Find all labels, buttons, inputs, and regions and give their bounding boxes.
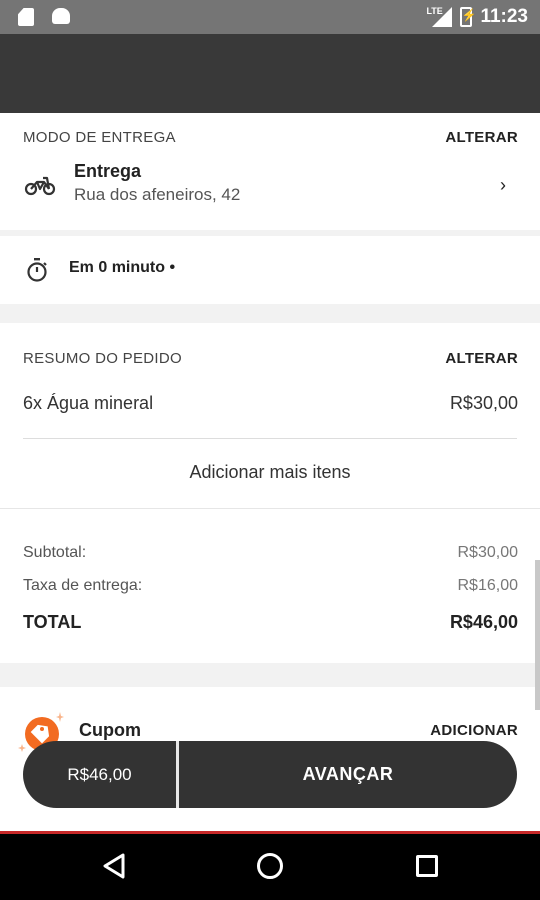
divider: [23, 438, 517, 439]
eta-text: Em 0 minuto •: [69, 259, 176, 276]
subtotal-value: R$30,00: [457, 544, 519, 561]
clock: 11:23: [480, 6, 528, 27]
android-icon: [52, 8, 70, 24]
timer-icon: [27, 258, 47, 282]
summary-section-label: RESUMO DO PEDIDO: [23, 350, 182, 367]
total-label: TOTAL: [23, 612, 82, 632]
motorcycle-icon: [24, 176, 56, 196]
scrollbar[interactable]: [535, 560, 540, 710]
cart-total-button[interactable]: R$46,00: [23, 741, 176, 808]
chevron-right-icon[interactable]: ›: [500, 175, 506, 196]
delivery-fee-value: R$16,00: [457, 577, 519, 594]
next-button[interactable]: AVANÇAR: [179, 741, 517, 808]
delivery-fee-label: Taxa de entrega:: [23, 577, 143, 594]
home-icon[interactable]: [257, 853, 283, 879]
battery-icon: [460, 7, 476, 27]
app-bar: [0, 34, 540, 113]
subtotal-label: Subtotal:: [23, 544, 87, 561]
coupon-label: Cupom: [79, 720, 141, 740]
add-coupon-button[interactable]: ADICIONAR: [430, 722, 518, 739]
delivery-address: Rua dos afeneiros, 42: [74, 185, 241, 204]
recents-icon[interactable]: [416, 855, 438, 877]
delivery-section-label: MODO DE ENTREGA: [23, 129, 176, 146]
status-bar: LTE 11:23: [0, 0, 540, 34]
back-icon[interactable]: [102, 853, 126, 879]
change-order-button[interactable]: ALTERAR: [445, 350, 518, 367]
signal-icon: LTE: [426, 6, 453, 27]
divider: [0, 508, 540, 509]
add-more-items-button[interactable]: Adicionar mais itens: [0, 462, 540, 483]
change-delivery-button[interactable]: ALTERAR: [445, 129, 518, 146]
order-item-price: R$30,00: [449, 393, 518, 413]
network-label: LTE: [426, 6, 443, 16]
order-item-name: 6x Água mineral: [23, 393, 154, 413]
checkout-bar: R$46,00 AVANÇAR: [23, 741, 517, 808]
total-value: R$46,00: [449, 612, 518, 632]
delivery-mode-title: Entrega: [74, 161, 142, 181]
sd-card-icon: [18, 8, 34, 26]
